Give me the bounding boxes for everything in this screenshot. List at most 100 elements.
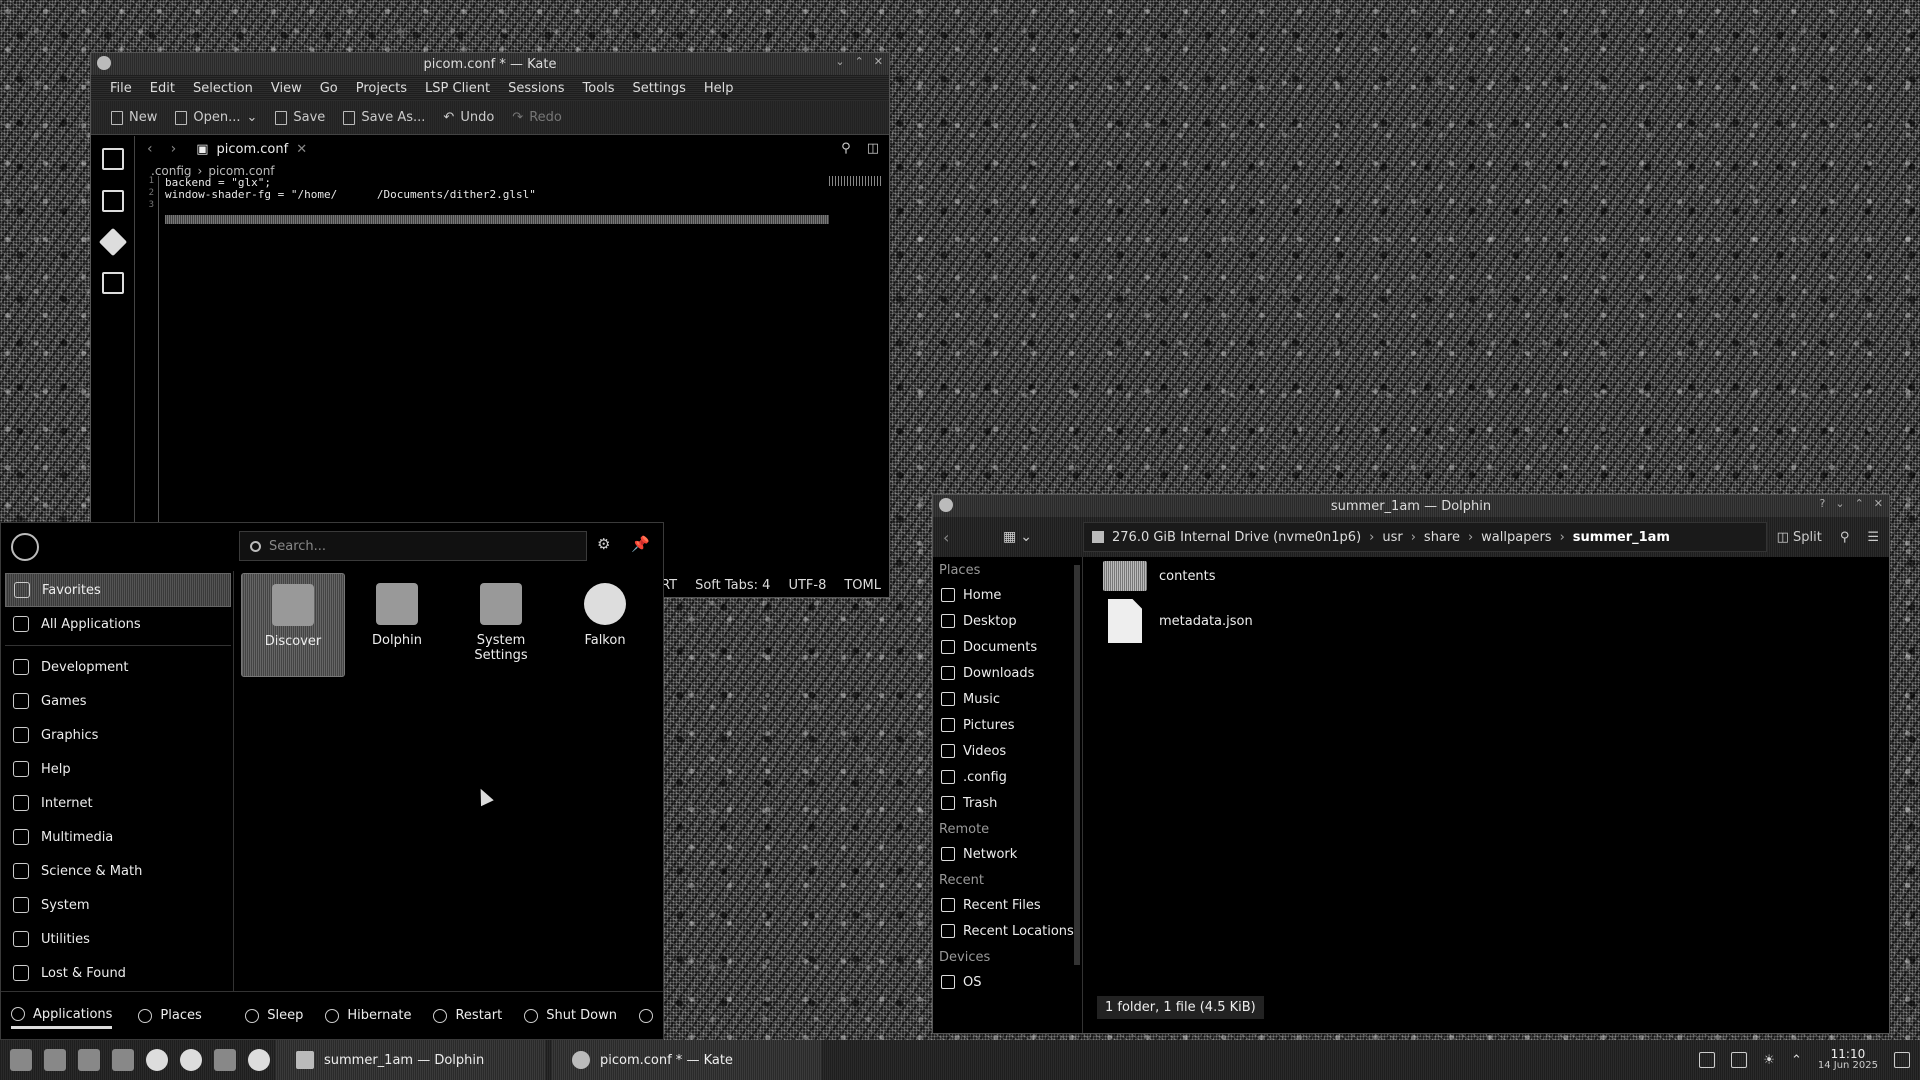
task-kate[interactable]: picom.conf * — Kate: [552, 1040, 822, 1080]
restart-button[interactable]: Restart: [433, 1008, 502, 1023]
place-downloads[interactable]: Downloads: [933, 660, 1082, 686]
search-icon[interactable]: ⚲: [1840, 530, 1850, 545]
terminal-icon[interactable]: [214, 1049, 236, 1071]
back-icon[interactable]: ‹: [943, 528, 949, 547]
place-network[interactable]: Network: [933, 841, 1082, 867]
menu-tools[interactable]: Tools: [574, 81, 624, 96]
close-tab-icon[interactable]: ✕: [296, 142, 307, 157]
place-trash[interactable]: Trash: [933, 790, 1082, 816]
quick-open-icon[interactable]: ⚲: [841, 141, 851, 156]
category-utilities[interactable]: Utilities: [5, 922, 231, 956]
breadcrumb-current[interactable]: summer_1am: [1573, 530, 1670, 545]
shutdown-button[interactable]: Shut Down: [524, 1008, 617, 1023]
menu-selection[interactable]: Selection: [184, 81, 262, 96]
indent-setting[interactable]: Soft Tabs: 4: [695, 578, 770, 593]
maximize-icon[interactable]: ⌃: [855, 55, 864, 68]
file-view[interactable]: contents metadata.json 1 folder, 1 file …: [1093, 557, 1889, 1033]
menu-go[interactable]: Go: [311, 81, 347, 96]
place-config[interactable]: .config: [933, 764, 1082, 790]
new-button[interactable]: New: [111, 110, 157, 125]
app-discover[interactable]: Discover: [241, 573, 345, 677]
save-as-button[interactable]: Save As...: [343, 110, 425, 125]
code-editor[interactable]: 123 backend = "glx"; window-shader-fg = …: [135, 176, 889, 573]
open-button[interactable]: Open... ⌄: [175, 110, 257, 125]
category-help[interactable]: Help: [5, 752, 231, 786]
forward-icon[interactable]: ›: [171, 141, 177, 157]
kate-titlebar[interactable]: picom.conf * — Kate ⌄ ⌃ ✕: [91, 53, 889, 75]
clock[interactable]: 11:10 14 Jun 2025: [1818, 1048, 1878, 1072]
file-item-json[interactable]: metadata.json: [1093, 595, 1889, 647]
filesystem-browser-icon[interactable]: [101, 190, 124, 212]
chevron-down-icon[interactable]: ⌄: [246, 110, 257, 125]
category-development[interactable]: Development: [5, 650, 231, 684]
task-dolphin[interactable]: summer_1am — Dolphin: [276, 1040, 546, 1080]
language-mode[interactable]: TOML: [844, 578, 881, 593]
avatar[interactable]: [11, 533, 39, 561]
tab-picom-conf[interactable]: ▣ picom.conf ✕: [186, 136, 317, 162]
pin-icon[interactable]: 📌: [631, 535, 650, 553]
breadcrumb-share[interactable]: share: [1424, 530, 1460, 545]
dolphin-icon[interactable]: [112, 1049, 134, 1071]
dolphin-titlebar[interactable]: summer_1am — Dolphin ? ⌄ ⌃ ✕: [933, 495, 1889, 517]
back-icon[interactable]: ‹: [147, 141, 153, 157]
browser-icon[interactable]: [146, 1049, 168, 1071]
breadcrumb-wallpapers[interactable]: wallpapers: [1481, 530, 1551, 545]
search-input[interactable]: Search...: [239, 531, 587, 561]
menu-settings[interactable]: Settings: [624, 81, 695, 96]
minimap[interactable]: [829, 176, 883, 186]
app-dolphin[interactable]: Dolphin: [345, 573, 449, 677]
place-recent-locations[interactable]: Recent Locations: [933, 918, 1082, 944]
place-device-os[interactable]: OS: [933, 969, 1082, 995]
sleep-button[interactable]: Sleep: [245, 1008, 303, 1023]
launcher-icon[interactable]: [10, 1049, 32, 1071]
menu-lsp-client[interactable]: LSP Client: [416, 81, 499, 96]
hamburger-menu-icon[interactable]: ☰: [1867, 530, 1879, 545]
git-icon[interactable]: [98, 227, 127, 257]
redo-button[interactable]: ↷ Redo: [512, 110, 562, 125]
place-pictures[interactable]: Pictures: [933, 712, 1082, 738]
save-button[interactable]: Save: [275, 110, 325, 125]
category-system[interactable]: System: [5, 888, 231, 922]
close-icon[interactable]: ✕: [1874, 497, 1883, 510]
place-documents[interactable]: Documents: [933, 634, 1082, 660]
encoding[interactable]: UTF-8: [788, 578, 826, 593]
chevron-down-icon[interactable]: ⌄: [1020, 529, 1032, 545]
menu-file[interactable]: File: [101, 81, 141, 96]
menu-view[interactable]: View: [262, 81, 311, 96]
show-desktop-icon[interactable]: [1894, 1052, 1910, 1068]
help-icon[interactable]: ?: [1820, 497, 1826, 510]
category-internet[interactable]: Internet: [5, 786, 231, 820]
app-falkon[interactable]: Falkon: [553, 573, 657, 677]
category-games[interactable]: Games: [5, 684, 231, 718]
file-item-folder[interactable]: contents: [1093, 557, 1889, 595]
tab-applications[interactable]: Applications: [11, 1007, 113, 1029]
minimize-icon[interactable]: ⌄: [835, 55, 844, 68]
split-button[interactable]: ◫ Split: [1777, 530, 1822, 545]
clipboard-icon[interactable]: [1699, 1052, 1716, 1068]
hibernate-button[interactable]: Hibernate: [325, 1008, 411, 1023]
breadcrumb-drive[interactable]: 276.0 GiB Internal Drive (nvme0n1p6): [1112, 530, 1361, 545]
menu-projects[interactable]: Projects: [347, 81, 416, 96]
chevron-up-icon[interactable]: ⌃: [1791, 1053, 1802, 1068]
maximize-icon[interactable]: ⌃: [1855, 497, 1864, 510]
place-videos[interactable]: Videos: [933, 738, 1082, 764]
tab-places[interactable]: Places: [138, 1008, 202, 1023]
discover-icon[interactable]: [180, 1049, 202, 1071]
category-favorites[interactable]: Favorites: [5, 573, 231, 607]
documents-icon[interactable]: [101, 148, 124, 170]
split-view-icon[interactable]: ◫: [867, 141, 879, 156]
place-recent-files[interactable]: Recent Files: [933, 892, 1082, 918]
category-all-applications[interactable]: All Applications: [5, 607, 231, 641]
app-system-settings[interactable]: System Settings: [449, 573, 553, 677]
brightness-icon[interactable]: ☀: [1763, 1053, 1775, 1068]
menu-sessions[interactable]: Sessions: [499, 81, 573, 96]
menu-edit[interactable]: Edit: [141, 81, 184, 96]
pager-icon[interactable]: [44, 1049, 66, 1071]
location-bar[interactable]: 276.0 GiB Internal Drive (nvme0n1p6) › u…: [1083, 522, 1767, 552]
scrollbar[interactable]: [1074, 565, 1080, 965]
category-lost-found[interactable]: Lost & Found: [5, 956, 231, 990]
category-graphics[interactable]: Graphics: [5, 718, 231, 752]
category-multimedia[interactable]: Multimedia: [5, 820, 231, 854]
falkon-icon[interactable]: [248, 1049, 270, 1071]
undo-button[interactable]: ↶ Undo: [443, 110, 494, 125]
